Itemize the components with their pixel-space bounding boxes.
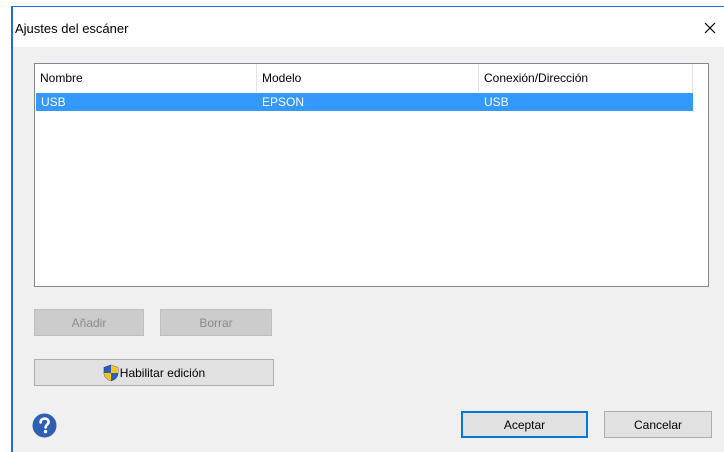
dialog-body: Nombre Modelo Conexión/Dirección USB EPS… — [13, 47, 724, 452]
cell-nombre: USB — [41, 95, 66, 109]
help-icon[interactable] — [32, 413, 57, 438]
enable-edit-label: Habilitar edición — [119, 365, 206, 380]
add-button-label: Añadir — [71, 315, 107, 330]
ok-button-label: Aceptar — [503, 417, 546, 432]
cancel-button-label: Cancelar — [633, 417, 683, 432]
column-header-modelo[interactable]: Modelo — [257, 64, 479, 92]
column-header-conexion[interactable]: Conexión/Dirección — [479, 64, 693, 92]
column-header-nombre[interactable]: Nombre — [35, 64, 257, 92]
delete-button[interactable]: Borrar — [160, 309, 272, 336]
close-icon — [704, 22, 716, 34]
cancel-button[interactable]: Cancelar — [604, 411, 712, 438]
cell-modelo: EPSON — [262, 95, 305, 109]
enable-edit-button[interactable]: Habilitar edición — [34, 359, 274, 386]
list-header: Nombre Modelo Conexión/Dirección — [35, 64, 708, 92]
delete-button-label: Borrar — [199, 315, 233, 330]
window-title: Ajustes del escáner — [15, 21, 129, 36]
cell-conexion: USB — [484, 95, 509, 109]
ok-button[interactable]: Aceptar — [461, 411, 588, 438]
scanner-list[interactable]: Nombre Modelo Conexión/Dirección USB EPS… — [34, 63, 709, 287]
title-bar: Ajustes del escáner — [13, 7, 724, 47]
add-button[interactable]: Añadir — [34, 309, 144, 336]
close-button[interactable] — [697, 16, 723, 40]
scanner-settings-dialog: Ajustes del escáner Nombre Modelo Conexi… — [11, 6, 724, 452]
uac-shield-icon — [103, 364, 119, 381]
list-row-selected[interactable]: USB EPSON USB — [36, 93, 693, 111]
